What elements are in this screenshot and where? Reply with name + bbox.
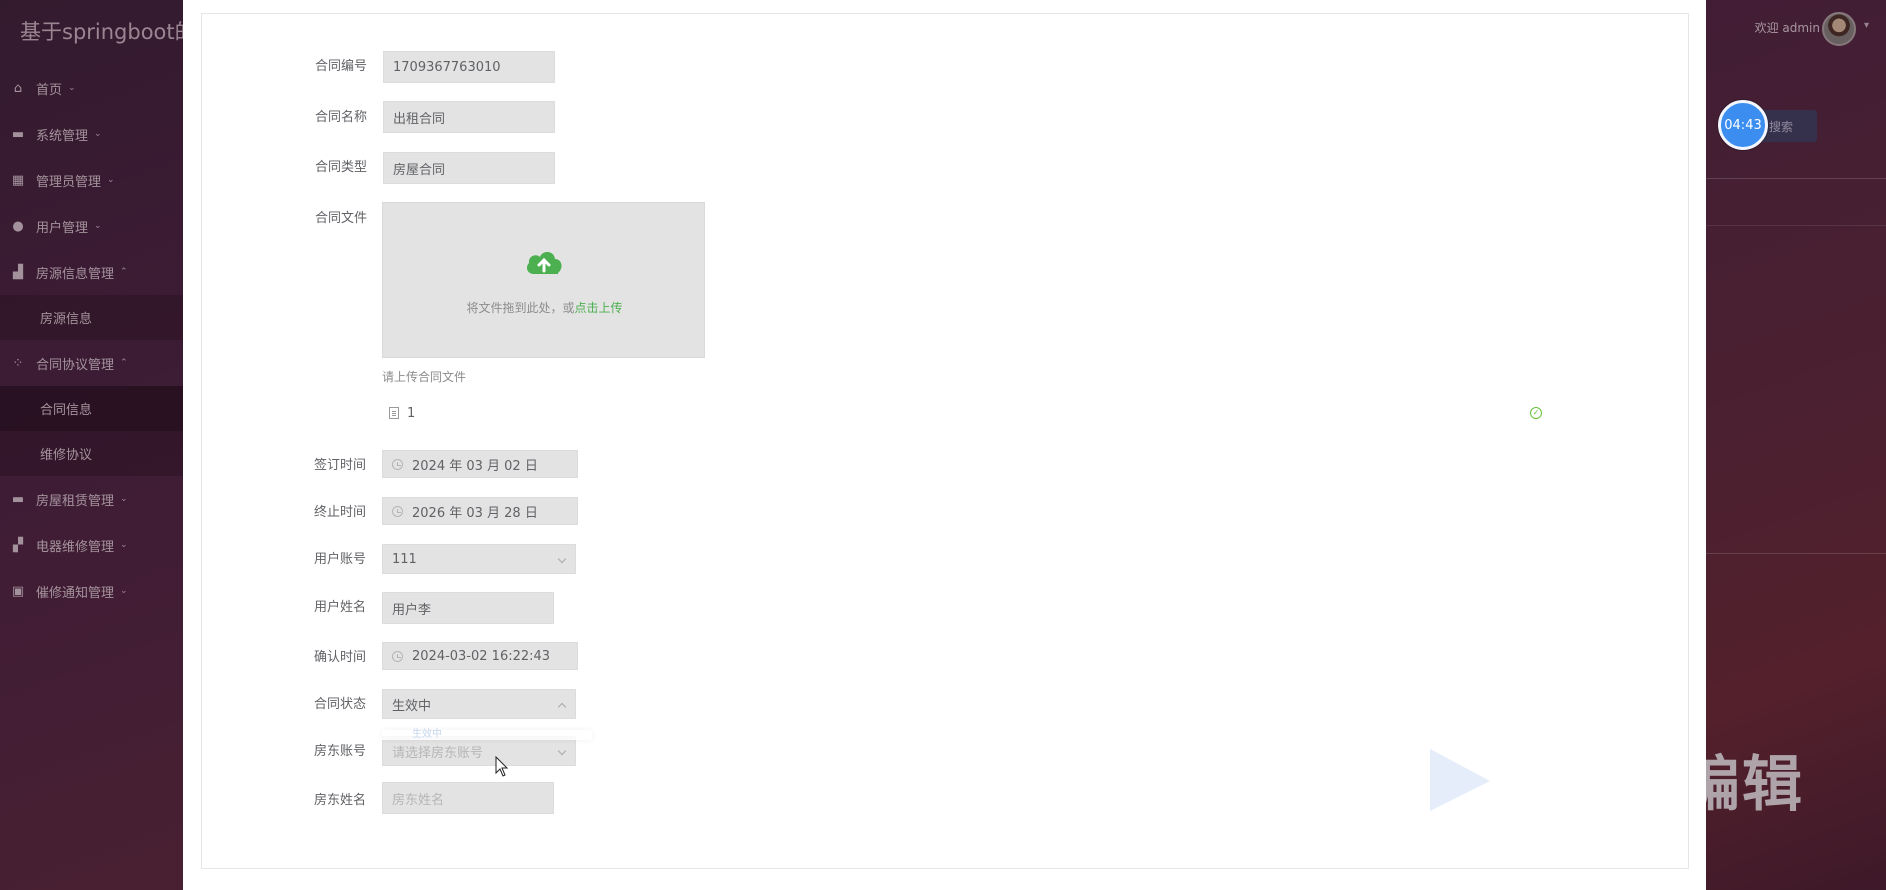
landlord-account-placeholder: 请选择房东账号 [392, 745, 484, 761]
sign-time-value: 2024 年 03 月 02 日 [412, 458, 538, 474]
watermark-play-icon [1430, 749, 1490, 811]
form-fields-layer: 将文件拖到此处，或点击上传 请上传合同文件 1 ✓ 签订时间 2024 年 03… [201, 13, 1689, 869]
chevron-down-icon [557, 554, 567, 564]
confirm-time-picker[interactable]: 2024-03-02 16:22:43 [382, 642, 578, 670]
document-icon [389, 407, 399, 419]
upload-tip: 请上传合同文件 [382, 370, 467, 384]
user-name-label: 用户姓名 [313, 600, 366, 615]
clock-icon [392, 458, 403, 470]
end-time-picker[interactable]: 2026 年 03 月 28 日 [382, 497, 578, 525]
landlord-account-select[interactable]: 请选择房东账号 [382, 736, 576, 766]
landlord-name-input[interactable]: 房东姓名 [382, 782, 554, 814]
user-name-input[interactable]: 用户李 [382, 592, 554, 624]
uploaded-file-item[interactable]: 1 ✓ [382, 400, 1542, 426]
user-account-label: 用户账号 [313, 552, 366, 567]
uploaded-file-name: 1 [407, 405, 416, 421]
confirm-time-label: 确认时间 [313, 650, 366, 665]
landlord-name-label: 房东姓名 [313, 793, 366, 808]
upload-dropzone[interactable]: 将文件拖到此处，或点击上传 [382, 202, 705, 358]
user-account-value: 111 [392, 551, 417, 567]
clock-icon [392, 650, 403, 662]
landlord-account-label: 房东账号 [313, 744, 366, 759]
contract-status-select[interactable]: 生效中 [382, 689, 576, 719]
upload-hint-text: 将文件拖到此处，或 [466, 301, 575, 315]
confirm-time-value: 2024-03-02 16:22:43 [412, 648, 551, 664]
upload-link[interactable]: 点击上传 [575, 301, 623, 315]
sign-time-label: 签订时间 [313, 458, 366, 473]
mouse-cursor-icon [495, 756, 509, 777]
sign-time-picker[interactable]: 2024 年 03 月 02 日 [382, 450, 578, 478]
landlord-name-placeholder: 房东姓名 [392, 792, 445, 808]
success-check-icon: ✓ [1530, 407, 1542, 419]
user-account-select[interactable]: 111 [382, 544, 576, 574]
upload-hint: 将文件拖到此处，或点击上传 [383, 299, 706, 316]
end-time-value: 2026 年 03 月 28 日 [412, 505, 538, 521]
end-time-label: 终止时间 [313, 505, 366, 520]
cloud-upload-icon [526, 251, 562, 274]
clock-icon [392, 505, 403, 517]
chevron-down-icon [557, 746, 567, 756]
contract-status-value: 生效中 [392, 698, 432, 714]
status-dropdown-option[interactable]: 生效中 [382, 730, 592, 740]
timer-badge[interactable]: 04:43 [1718, 100, 1768, 150]
contract-status-label: 合同状态 [313, 697, 366, 712]
chevron-up-icon [557, 702, 567, 712]
